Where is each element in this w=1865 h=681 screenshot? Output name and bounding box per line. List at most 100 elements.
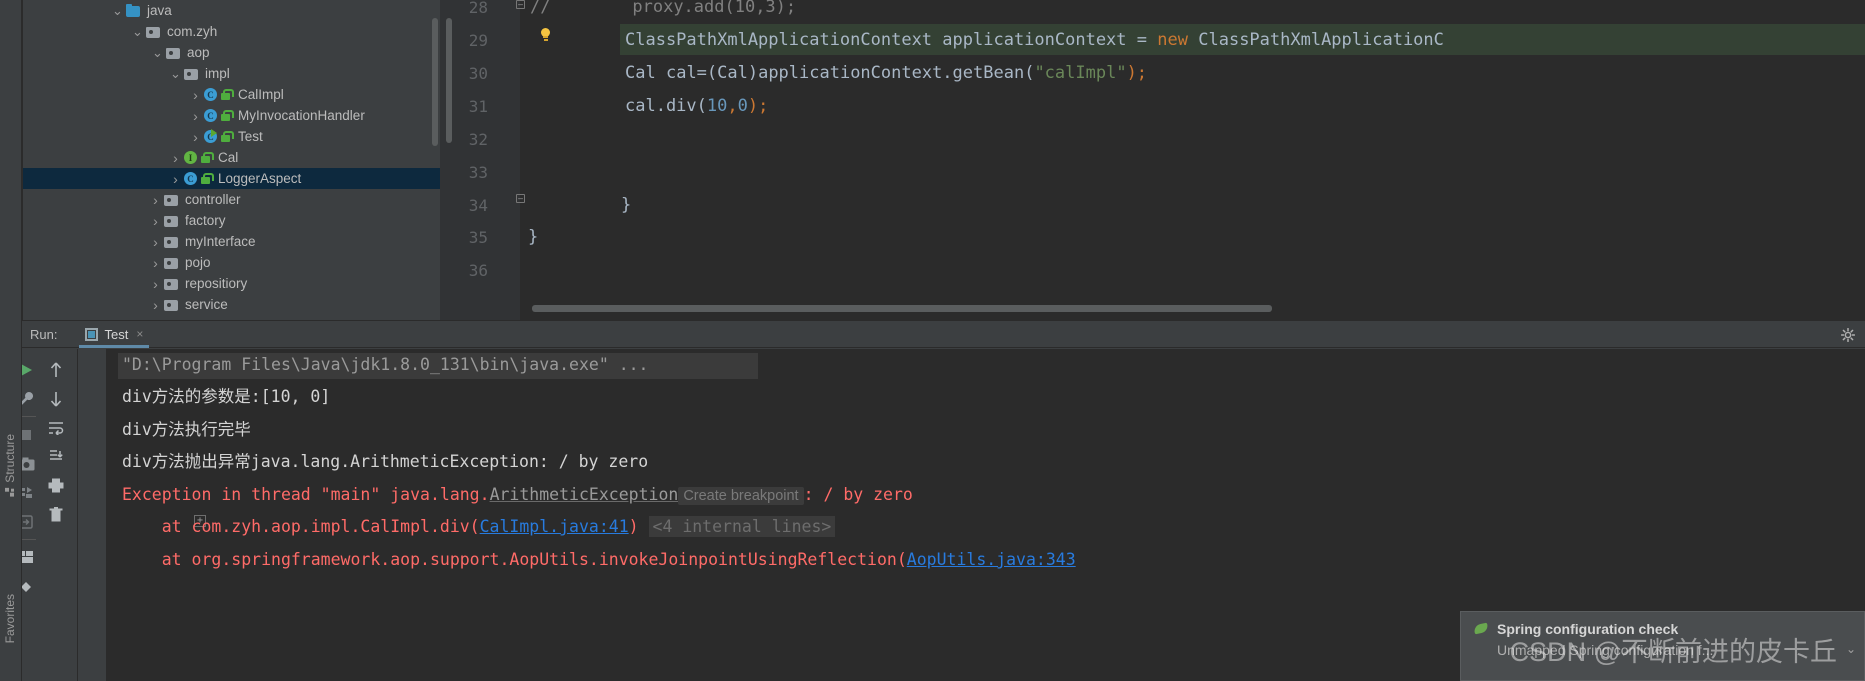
tree-scrollbar[interactable] [432,18,438,146]
code-editor[interactable]: 28 29 30 31 32 33 34 35 36 – – // proxy.… [440,0,1865,320]
chevron-down-icon[interactable]: ⌄ [150,46,165,59]
scroll-up-icon[interactable] [42,355,70,384]
notification-body: Unmapped Spring configuration f... [1497,642,1714,658]
tree-item-controller[interactable]: › controller [22,189,440,210]
gear-icon[interactable] [1841,328,1855,342]
code-number-arg2: 0 [737,96,748,116]
frame-suffix: ) [628,517,639,536]
package-folder-icon [163,214,179,228]
tree-item-label: CalImpl [238,87,284,102]
code-line-28: // proxy.add(10,3); [530,0,796,25]
exception-prefix: Exception in thread "main" java.lang. [122,485,490,504]
sidebar-tab-favorites[interactable]: Favorites [0,590,21,647]
chevron-right-icon[interactable]: › [168,150,183,166]
public-lock-icon [199,172,214,186]
chevron-down-icon[interactable]: ⌄ [130,25,145,38]
run-toolbar [16,349,78,681]
console-tab-icon [85,327,99,341]
chevron-right-icon[interactable]: › [148,276,163,292]
tree-item-label: myInterface [185,234,256,249]
public-lock-icon [219,88,234,102]
code-line-35: } [528,227,539,247]
tree-item-service[interactable]: › service [22,294,440,315]
soft-wrap-icon[interactable] [42,413,70,442]
tree-item-label: MyInvocationHandler [238,108,365,123]
source-link[interactable]: AopUtils.java:343 [907,550,1076,569]
public-lock-icon [219,109,234,123]
scroll-down-icon[interactable] [42,384,70,413]
tree-item-repositiory[interactable]: › repositiory [22,273,440,294]
tree-item-myinvocationhandler[interactable]: › C MyInvocationHandler [22,105,440,126]
chevron-right-icon[interactable]: › [148,297,163,313]
tree-item-label: Cal [218,150,239,165]
chevron-right-icon[interactable]: › [168,171,183,187]
tree-item-label: pojo [185,255,211,270]
source-link[interactable]: CalImpl.java:41 [480,517,629,536]
code-comment-slashes: // [530,0,551,17]
code-equals: = [1136,30,1148,50]
chevron-right-icon[interactable]: › [148,255,163,271]
tree-item-aop[interactable]: ⌄ aop [22,42,440,63]
console-line-output-1: div方法的参数是:[10, 0] [122,387,331,406]
code-comma: , [727,96,738,116]
tree-item-cal[interactable]: › I Cal [22,147,440,168]
tree-item-label: aop [187,45,210,60]
code-constructor: ClassPathXmlApplicationC [1198,30,1444,50]
package-folder-icon [163,235,179,249]
frame-prefix: at com.zyh.aop.impl.CalImpl.div( [122,517,480,536]
code-call: cal.div( [625,96,707,116]
package-folder-icon [163,298,179,312]
public-lock-icon [219,130,234,144]
line-number: 32 [468,130,488,149]
create-breakpoint-hint[interactable]: Create breakpoint [678,487,804,505]
fold-marker-icon[interactable]: – [516,0,525,9]
project-tree[interactable]: ⌄ java ⌄ com.zyh ⌄ aop ⌄ impl › C CalImpl › C MyInvoc… [22,0,440,320]
tree-item-com-zyh[interactable]: ⌄ com.zyh [22,21,440,42]
tree-item-test[interactable]: › C Test [22,126,440,147]
run-tab-label: Test [104,326,129,342]
close-icon[interactable]: × [136,327,143,341]
notification-title: Spring configuration check [1497,621,1679,637]
chevron-right-icon[interactable]: › [148,213,163,229]
left-tool-strip: Structure Favorites [0,0,22,681]
tree-item-impl[interactable]: ⌄ impl [22,63,440,84]
chevron-down-icon[interactable]: ⌄ [110,4,125,17]
lightbulb-icon[interactable] [539,28,551,41]
package-folder-icon [183,67,199,81]
code-keyword-new: new [1157,30,1188,50]
code-tail: ); [747,96,769,116]
package-folder-icon [163,277,179,291]
editor-horizontal-scrollbar[interactable] [532,305,1272,312]
sidebar-tab-favorites-label: Favorites [3,594,17,644]
chevron-right-icon[interactable]: › [188,129,203,145]
console-line-output-3: div方法抛出异常java.lang.ArithmeticException: … [122,452,649,471]
notification-popup[interactable]: Spring configuration check Unmapped Spri… [1460,611,1865,681]
chevron-right-icon[interactable]: › [148,234,163,250]
tree-item-calimpl[interactable]: › C CalImpl [22,84,440,105]
tree-item-pojo[interactable]: › pojo [22,252,440,273]
chevron-down-icon[interactable]: ⌄ [168,67,183,80]
fold-marker-icon[interactable]: – [516,194,525,203]
chevron-right-icon[interactable]: › [188,108,203,124]
tree-item-factory[interactable]: › factory [22,210,440,231]
exception-class-link[interactable]: ArithmeticException [490,485,679,504]
spring-leaf-icon [1473,622,1489,636]
tree-item-java[interactable]: ⌄ java [22,0,440,21]
chevron-right-icon[interactable]: › [188,87,203,103]
tree-item-label: com.zyh [167,24,218,39]
tree-item-myinterface[interactable]: › myInterface [22,231,440,252]
tree-left-border [22,0,23,320]
chevron-down-icon[interactable]: ⌄ [1846,642,1856,656]
print-icon[interactable] [42,471,70,500]
run-tab-test[interactable]: Test × [79,320,150,348]
sidebar-tab-structure[interactable]: Structure [0,430,21,501]
idea-window: Structure Favorites ⌄ java ⌄ com.zyh ⌄ aop ⌄ im… [0,0,1865,681]
chevron-right-icon[interactable]: › [148,192,163,208]
trash-icon[interactable] [42,500,70,529]
tree-item-loggeraspect[interactable]: › C LoggerAspect [22,168,440,189]
tree-item-label: service [185,297,228,312]
console-line-stackframe-2: at org.springframework.aop.support.AopUt… [122,544,1076,577]
internal-lines-badge[interactable]: <4 internal lines> [648,516,836,537]
line-number: 35 [468,228,488,247]
scroll-to-end-icon[interactable] [42,442,70,471]
